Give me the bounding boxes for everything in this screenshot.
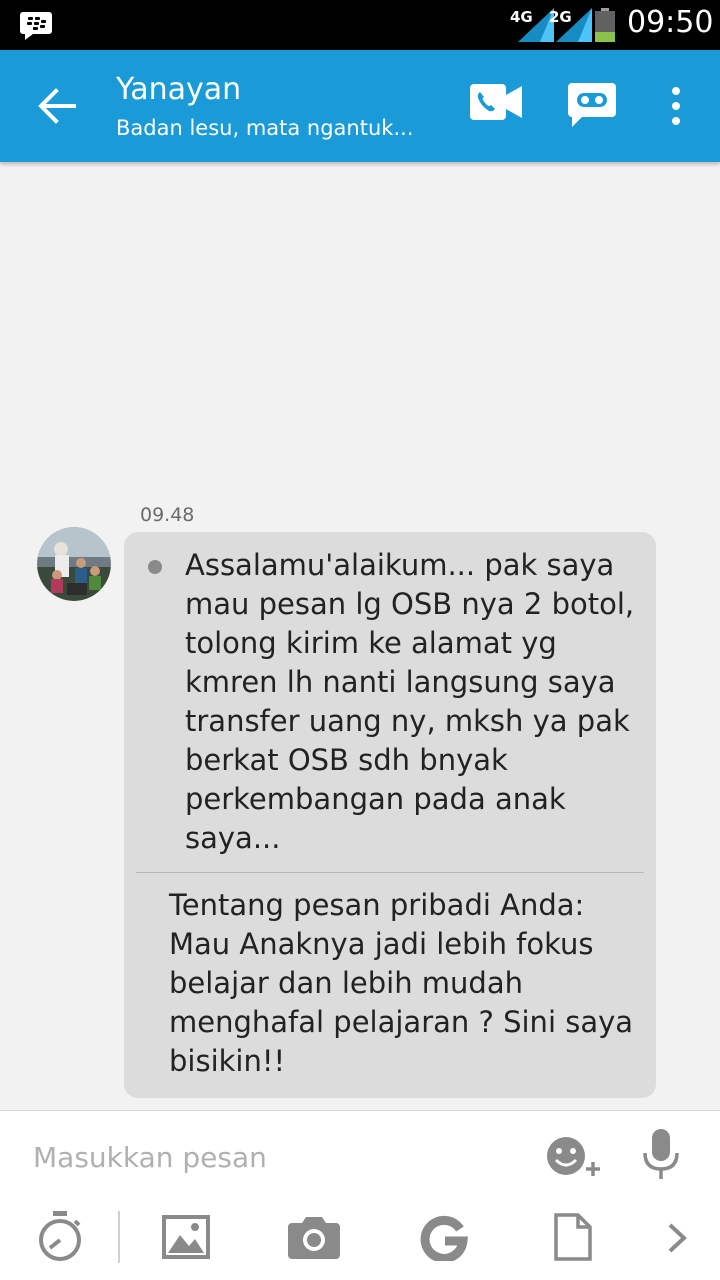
video-call-icon[interactable]: [470, 84, 522, 120]
contact-name[interactable]: Yanayan: [116, 72, 241, 107]
message-timestamp: 09.48: [140, 504, 195, 526]
personal-message-text: Tentang pesan pribadi Anda: Mau Anaknya …: [169, 888, 634, 1078]
camera-icon[interactable]: [288, 1215, 340, 1259]
timer-icon[interactable]: [36, 1211, 84, 1263]
message-list[interactable]: 09.48 Assalamu'alaikum... pak saya mau p…: [0, 162, 720, 1110]
bbm-icon: [20, 12, 52, 40]
read-status-dot: [148, 560, 162, 574]
message-bubble[interactable]: Assalamu'alaikum... pak saya mau pesan l…: [124, 532, 656, 1098]
status-bar: 4G 2G 09:50: [0, 0, 720, 50]
back-arrow-icon[interactable]: [34, 84, 78, 128]
network-type-label: 2G: [549, 8, 572, 26]
google-icon[interactable]: [420, 1215, 468, 1261]
voice-chat-icon[interactable]: [568, 83, 616, 129]
message-text: Assalamu'alaikum... pak saya mau pesan l…: [185, 548, 635, 855]
message-input[interactable]: [33, 1137, 513, 1177]
divider: [136, 872, 644, 873]
battery-icon: [595, 8, 615, 42]
clock: 09:50: [627, 5, 714, 40]
more-vert-icon[interactable]: [668, 86, 684, 126]
network-type-label: 4G: [510, 8, 533, 26]
file-icon[interactable]: [554, 1213, 592, 1261]
toolbar-divider: [118, 1211, 120, 1263]
contact-avatar[interactable]: [37, 527, 111, 601]
chevron-right-icon[interactable]: [664, 1221, 690, 1255]
chat-header: Yanayan Badan lesu, mata ngantuk...: [0, 50, 720, 162]
contact-status[interactable]: Badan lesu, mata ngantuk...: [116, 116, 413, 140]
picture-icon[interactable]: [162, 1215, 210, 1259]
emoji-icon[interactable]: [546, 1133, 604, 1179]
composer: [0, 1110, 720, 1280]
microphone-icon[interactable]: [641, 1129, 681, 1181]
